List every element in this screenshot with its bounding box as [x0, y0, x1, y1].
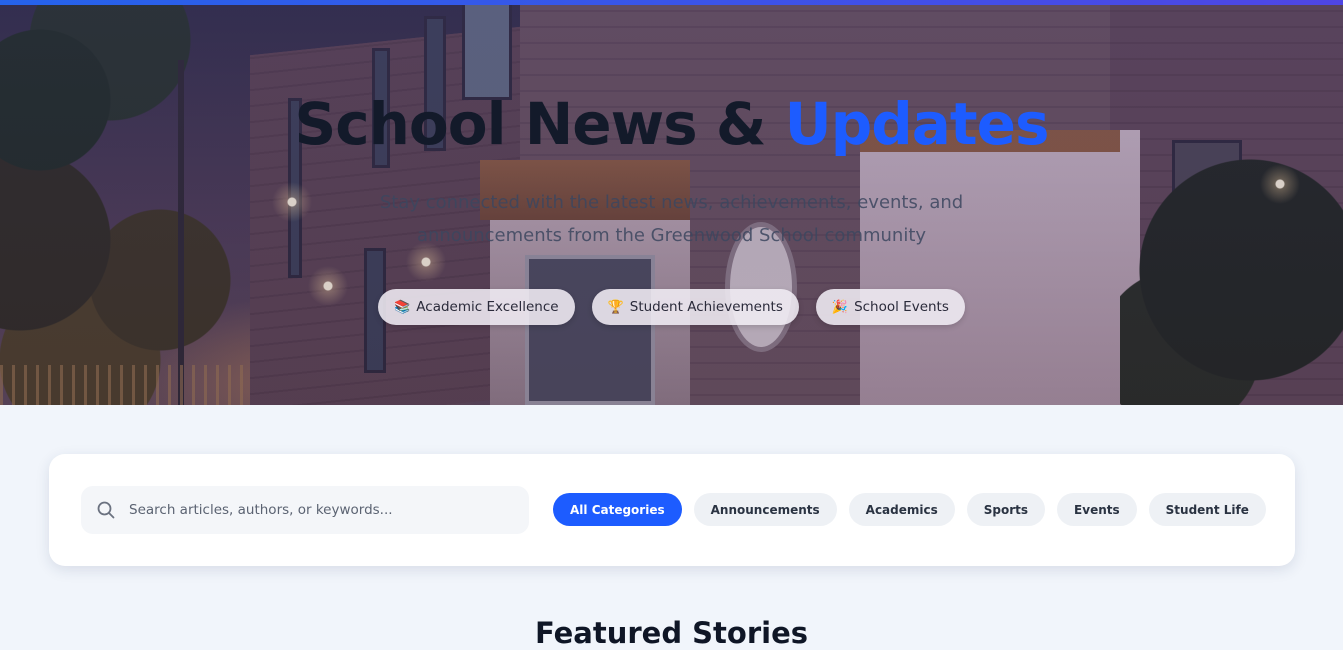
pill-label: Academic Excellence — [416, 299, 559, 315]
pill-student-achievements[interactable]: 🏆 Student Achievements — [591, 289, 799, 325]
search-input[interactable] — [129, 502, 509, 518]
category-sports[interactable]: Sports — [966, 493, 1046, 526]
books-icon: 📚 — [394, 299, 411, 315]
category-filters: All Categories Announcements Academics S… — [553, 493, 1266, 526]
filter-card: All Categories Announcements Academics S… — [49, 454, 1295, 566]
pill-academic-excellence[interactable]: 📚 Academic Excellence — [378, 289, 575, 325]
trophy-icon: 🏆 — [607, 299, 624, 315]
search-box[interactable] — [81, 486, 529, 534]
page-title-accent: Updates — [784, 90, 1050, 158]
category-academics[interactable]: Academics — [848, 493, 955, 526]
top-accent-bar — [0, 0, 1343, 5]
hero-content: School News & Updates Stay connected wit… — [0, 0, 1343, 405]
party-icon: 🎉 — [831, 299, 849, 315]
page-title: School News & Updates — [0, 90, 1343, 158]
pill-school-events[interactable]: 🎉 School Events — [815, 289, 965, 325]
hero-subtitle: Stay connected with the latest news, ach… — [379, 192, 964, 246]
category-student-life[interactable]: Student Life — [1148, 493, 1266, 526]
pill-label: Student Achievements — [629, 299, 783, 315]
pill-label: School Events — [854, 299, 949, 315]
category-events[interactable]: Events — [1057, 493, 1137, 526]
search-icon — [81, 501, 121, 519]
category-all[interactable]: All Categories — [553, 493, 682, 526]
hero-highlight-pills: 📚 Academic Excellence 🏆 Student Achievem… — [0, 289, 1343, 325]
category-announcements[interactable]: Announcements — [693, 493, 837, 526]
page-title-main: School News & — [294, 90, 785, 158]
featured-stories-heading: Featured Stories — [534, 616, 809, 650]
